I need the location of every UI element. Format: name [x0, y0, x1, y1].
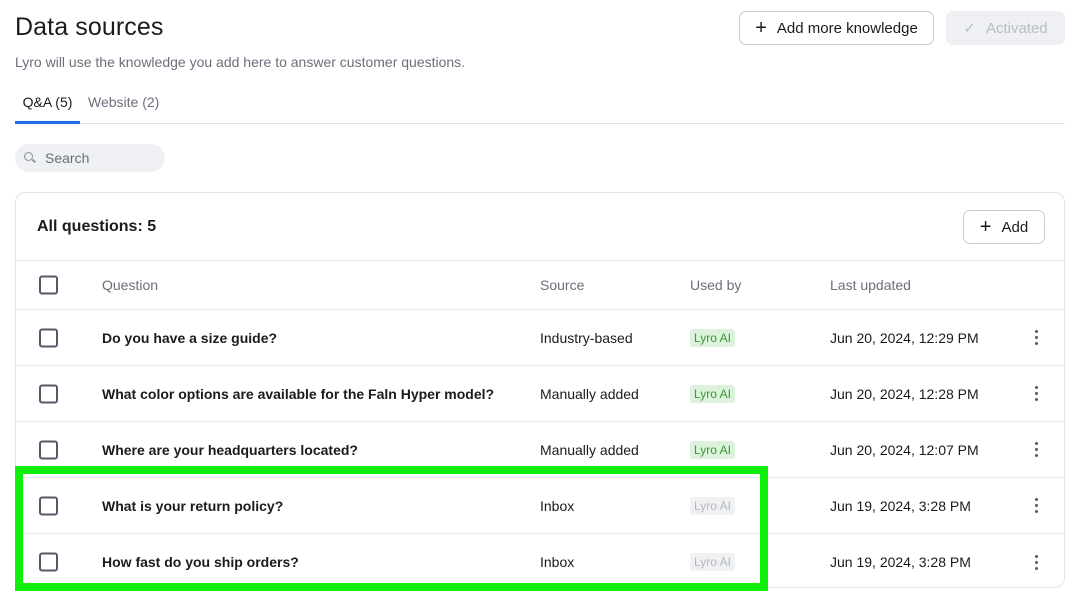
tab-website-label: Website (2): [88, 94, 160, 110]
more-vertical-icon[interactable]: [1028, 552, 1044, 572]
table-row[interactable]: What is your return policy? Inbox Lyro A…: [16, 478, 1064, 534]
row-source: Manually added: [540, 441, 639, 458]
plus-icon: +: [755, 17, 767, 39]
more-vertical-icon[interactable]: [1028, 496, 1044, 516]
row-question: Do you have a size guide?: [102, 329, 278, 346]
row-last-updated: Jun 19, 2024, 3:28 PM: [830, 497, 971, 514]
column-header-question: Question: [102, 277, 159, 293]
row-source: Manually added: [540, 385, 639, 402]
activated-label: Activated: [985, 19, 1048, 37]
row-source: Inbox: [540, 554, 575, 570]
more-vertical-icon[interactable]: [1028, 440, 1044, 460]
row-source: Inbox: [540, 497, 575, 514]
row-question: How fast do you ship orders?: [102, 554, 299, 570]
row-question: What is your return policy?: [102, 497, 284, 514]
used-by-badge: Lyro AI: [690, 496, 735, 515]
table-row[interactable]: Do you have a size guide? Industry-based…: [16, 310, 1064, 366]
tab-website[interactable]: Website (2): [88, 88, 159, 124]
table-row[interactable]: Where are your headquarters located? Man…: [16, 422, 1064, 478]
row-checkbox[interactable]: [39, 552, 58, 572]
search-box: [15, 144, 165, 172]
tab-qa-label: Q&A (5): [22, 94, 73, 110]
check-icon: ✓: [963, 19, 976, 37]
questions-count-title: All questions: 5: [37, 218, 157, 235]
page-title: Data sources: [15, 13, 164, 41]
used-by-badge: Lyro AI: [690, 553, 735, 571]
activated-button[interactable]: ✓ Activated: [946, 11, 1065, 45]
row-checkbox[interactable]: [39, 496, 58, 515]
more-vertical-icon[interactable]: [1028, 384, 1044, 404]
table-header-row: Question Source Used by Last updated: [16, 261, 1064, 310]
select-all-checkbox[interactable]: [39, 275, 58, 295]
row-question: Where are your headquarters located?: [102, 441, 358, 458]
search-icon: [24, 152, 36, 164]
table-row[interactable]: How fast do you ship orders? Inbox Lyro …: [16, 534, 1064, 587]
row-last-updated: Jun 20, 2024, 12:07 PM: [830, 441, 979, 458]
row-checkbox[interactable]: [39, 384, 58, 403]
more-vertical-icon[interactable]: [1028, 328, 1044, 348]
row-last-updated: Jun 20, 2024, 12:29 PM: [830, 329, 979, 346]
row-source: Industry-based: [540, 329, 633, 346]
questions-card: All questions: 5 + Add Question Source U…: [15, 192, 1065, 588]
row-question: What color options are available for the…: [102, 385, 495, 402]
tab-qa[interactable]: Q&A (5): [15, 88, 80, 124]
column-header-source: Source: [540, 277, 585, 293]
used-by-badge: Lyro AI: [690, 384, 735, 403]
used-by-badge: Lyro AI: [690, 440, 735, 459]
plus-icon: +: [979, 216, 992, 238]
search-input[interactable]: [45, 150, 155, 166]
page-subtitle: Lyro will use the knowledge you add here…: [15, 54, 466, 70]
row-checkbox[interactable]: [39, 440, 58, 459]
row-last-updated: Jun 19, 2024, 3:28 PM: [830, 554, 971, 570]
used-by-badge: Lyro AI: [690, 328, 735, 347]
card-header: All questions: 5 + Add: [16, 193, 1064, 261]
row-checkbox[interactable]: [39, 328, 58, 347]
table-row[interactable]: What color options are available for the…: [16, 366, 1064, 422]
add-more-knowledge-button[interactable]: + Add more knowledge: [739, 11, 934, 45]
column-header-used-by: Used by: [690, 277, 742, 293]
row-last-updated: Jun 20, 2024, 12:28 PM: [830, 385, 979, 402]
add-question-button[interactable]: + Add: [963, 210, 1045, 244]
column-header-last-updated: Last updated: [830, 277, 911, 293]
add-question-label: Add: [1001, 218, 1029, 236]
add-more-knowledge-label: Add more knowledge: [776, 19, 918, 37]
tabs-bar: Q&A (5) Website (2): [15, 88, 1065, 124]
